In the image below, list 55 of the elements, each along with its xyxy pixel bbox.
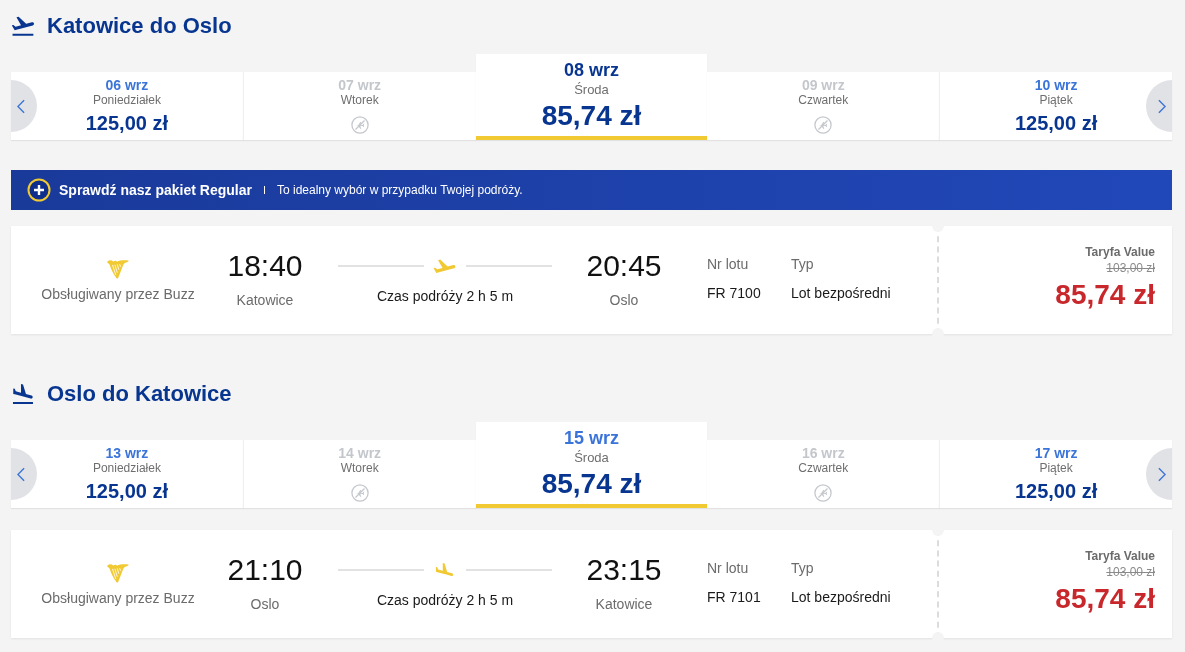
operator-text: Obsługiwany przez Buzz [41, 589, 195, 607]
no-flight-icon [350, 116, 369, 134]
route-title: Katowice do Oslo [47, 12, 232, 40]
no-flight-icon [350, 484, 369, 502]
flight-type: Lot bezpośredni [791, 284, 891, 302]
plane-icon [433, 259, 457, 273]
arrival-city: Oslo [609, 291, 639, 309]
flight-number-label: Nr lotu [707, 255, 749, 273]
no-flight-icon [814, 484, 833, 502]
chevron-left-icon [17, 98, 25, 114]
duration-text: Czas podróży 2 h 5 m [376, 591, 514, 609]
banner-title: Sprawdź nasz pakiet Regular [59, 182, 252, 198]
flight-number-label: Nr lotu [707, 559, 749, 577]
date-tab[interactable]: 13 wrz Poniedziałek 125,00 zł [11, 440, 243, 508]
fare-price: 85,74 zł [1055, 582, 1155, 616]
flight-number: FR 7101 [707, 588, 761, 606]
flight-type: Lot bezpośredni [791, 588, 891, 606]
promo-banner[interactable]: Sprawdź nasz pakiet Regular To idealny wybór w przypadku Twojej podróży. [11, 170, 1172, 210]
flight-number: FR 7100 [707, 284, 761, 302]
date-tab[interactable]: 10 wrz Piątek 125,00 zł [939, 72, 1172, 140]
date-tab[interactable]: 14 wrz Wtorek [242, 440, 476, 508]
departure-city: Katowice [236, 291, 294, 309]
chevron-right-icon [1158, 466, 1166, 482]
route-title: Oslo do Katowice [47, 380, 232, 408]
date-tab[interactable]: 06 wrz Poniedziałek 125,00 zł [11, 72, 243, 140]
old-price: 103,00 zł [1106, 565, 1155, 579]
harp-icon [106, 562, 130, 584]
date-tab[interactable]: 08 wrz Środa 85,74 zł [475, 54, 708, 140]
chevron-right-icon [1158, 98, 1166, 114]
banner-text: To idealny wybór w przypadku Twojej podróży. [276, 183, 523, 197]
arrival-city: Katowice [595, 595, 653, 613]
old-price: 103,00 zł [1106, 261, 1155, 275]
fare-label: Taryfa Value [1085, 245, 1155, 259]
chevron-left-icon [17, 466, 25, 482]
no-flight-icon [814, 116, 833, 134]
type-label: Typ [791, 255, 814, 273]
departure-time: 21:10 [227, 552, 303, 588]
plane-takeoff-icon [12, 16, 35, 36]
arrival-time: 23:15 [586, 552, 662, 588]
plus-circle-icon [27, 178, 51, 202]
harp-icon [106, 258, 130, 280]
arrival-time: 20:45 [586, 248, 662, 284]
date-tab[interactable]: 16 wrz Czwartek [707, 440, 940, 508]
date-tab[interactable]: 15 wrz Środa 85,74 zł [475, 422, 708, 508]
fare-price: 85,74 zł [1055, 278, 1155, 312]
departure-city: Oslo [250, 595, 280, 613]
departure-time: 18:40 [227, 248, 303, 284]
operator-text: Obsługiwany przez Buzz [41, 285, 195, 303]
date-tab[interactable]: 17 wrz Piątek 125,00 zł [939, 440, 1172, 508]
type-label: Typ [791, 559, 814, 577]
fare-label: Taryfa Value [1085, 549, 1155, 563]
date-tab[interactable]: 07 wrz Wtorek [242, 72, 476, 140]
plane-landing-icon [12, 384, 35, 404]
date-tab[interactable]: 09 wrz Czwartek [707, 72, 940, 140]
duration-text: Czas podróży 2 h 5 m [376, 287, 514, 305]
